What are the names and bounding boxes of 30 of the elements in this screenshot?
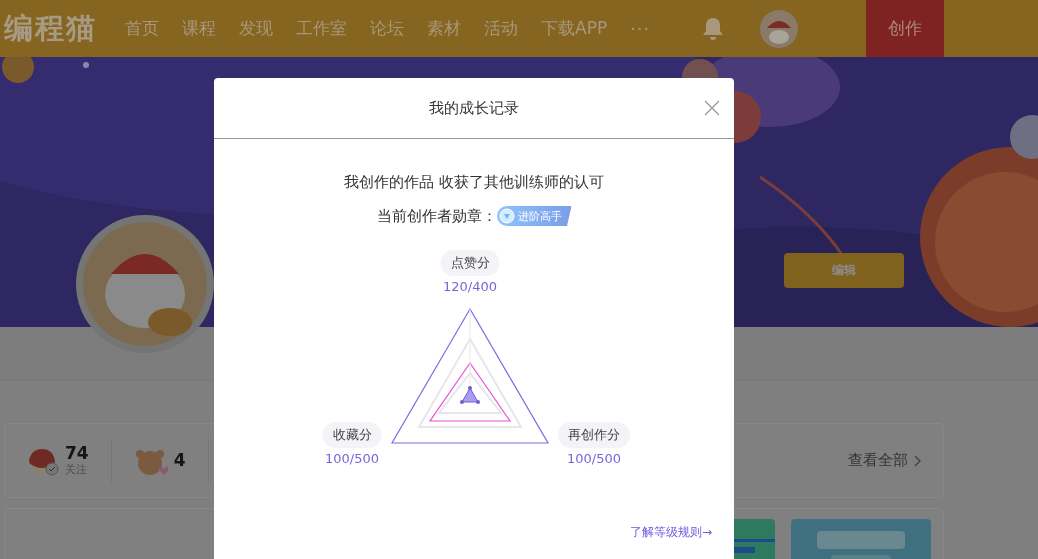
nav-link[interactable]: 发现: [239, 17, 273, 40]
nav-link[interactable]: 论坛: [370, 17, 404, 40]
creator-badge: 进阶高手: [496, 206, 572, 226]
message-text: 我创作的作品 收获了其他训练师的认可: [344, 173, 604, 192]
view-all-link[interactable]: 查看全部: [848, 451, 921, 470]
nav-link[interactable]: 工作室: [296, 17, 347, 40]
nav-link[interactable]: 活动: [484, 17, 518, 40]
nav-link[interactable]: 首页: [125, 17, 159, 40]
badge-label: 当前创作者勋章：: [376, 206, 497, 226]
axis-label: 收藏分: [322, 422, 382, 448]
more-menu[interactable]: ···: [630, 18, 651, 39]
stat-count: 74: [65, 444, 89, 462]
edit-button[interactable]: 编辑: [784, 253, 904, 288]
create-button[interactable]: 创作: [866, 0, 944, 57]
axis-score: 100/500: [325, 451, 379, 466]
axis-score: 120/400: [443, 279, 497, 294]
close-icon[interactable]: [704, 100, 720, 116]
nav-link[interactable]: 下载APP: [541, 17, 608, 40]
dialog-title: 我的成长记录: [429, 98, 519, 118]
stat-count: 4: [173, 452, 186, 469]
axis-score: 100/500: [567, 451, 621, 466]
logo[interactable]: 编程猫: [0, 8, 125, 49]
bell-icon[interactable]: [702, 16, 725, 41]
axis-label: 再创作分: [558, 422, 630, 448]
chevron-right-icon: [914, 454, 921, 467]
avatar[interactable]: [760, 9, 799, 48]
level-rules-link[interactable]: 了解等级规则→: [629, 524, 712, 541]
nav-link[interactable]: 素材: [427, 17, 461, 40]
nav-link[interactable]: 课程: [182, 17, 216, 40]
axis-label: 点赞分: [440, 250, 500, 276]
